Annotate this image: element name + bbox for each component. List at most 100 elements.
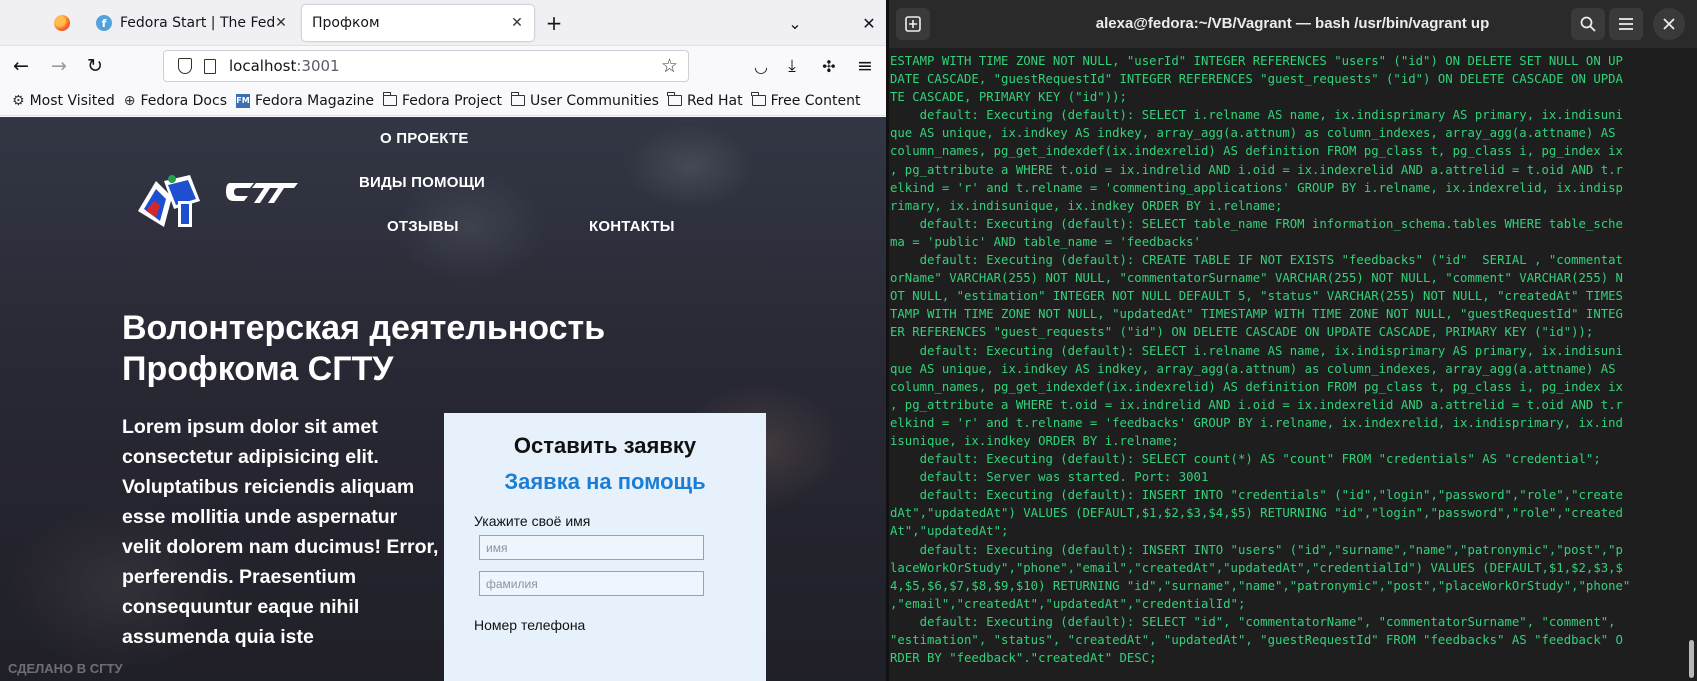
terminal-output[interactable]: ESTAMP WITH TIME ZONE NOT NULL, "userId"… <box>890 52 1680 681</box>
pocket-icon[interactable]: ◡ <box>746 51 776 81</box>
folder-icon <box>751 92 766 106</box>
page-icon[interactable] <box>204 58 216 74</box>
new-tab-icon[interactable] <box>896 8 930 40</box>
firefox-icon <box>54 15 70 31</box>
terminal-scrollbar[interactable] <box>1689 640 1694 678</box>
name-input[interactable] <box>479 535 704 560</box>
folder-icon <box>382 92 397 106</box>
extensions-icon[interactable]: ✣ <box>814 51 844 81</box>
bookmark-label: Most Visited <box>29 92 115 109</box>
terminal-line: "estimation", "status", "createdAt", "up… <box>890 633 1623 647</box>
terminal-line: TE CASCADE, PRIMARY KEY ("id")); <box>890 90 1127 105</box>
terminal-line: dAt","updatedAt") VALUES (DEFAULT,$1,$2,… <box>890 506 1623 521</box>
terminal-line: 4,$5,$6,$7,$8,$9,$10) RETURNING "id","su… <box>890 578 1631 593</box>
forward-button[interactable]: → <box>44 51 74 81</box>
window-divider[interactable] <box>886 0 889 681</box>
terminal-line: default: Executing (default): SELECT "id… <box>890 614 1616 629</box>
hero-text: Lorem ipsum dolor sit amet consectetur a… <box>122 416 439 648</box>
tab-profkom[interactable]: Профком ✕ <box>302 5 534 41</box>
terminal-line: default: Executing (default): SELECT tab… <box>890 216 1623 231</box>
tab-fedora-start[interactable]: f Fedora Start | The Fedora ✕ <box>86 5 298 41</box>
close-tab-icon[interactable]: ✕ <box>274 15 288 31</box>
terminal-line: que AS unique, ix.indkey AS indkey, arra… <box>890 126 1616 141</box>
nav-bar: ← → ↻ localhost:3001 ☆ ◡ ⤓ ✣ ≡ <box>0 47 888 85</box>
volunteer-logo[interactable] <box>134 171 204 235</box>
terminal-line: orName" VARCHAR(255) NOT NULL, "commenta… <box>890 271 1623 286</box>
terminal-line: default: Executing (default): CREATE TAB… <box>890 253 1623 268</box>
menu-icon[interactable] <box>1609 8 1643 40</box>
tab-firefox[interactable] <box>42 5 82 41</box>
menu-about[interactable]: О ПРОЕКТЕ <box>380 130 469 147</box>
surname-input[interactable] <box>479 571 704 596</box>
bookmark-label: Free Content <box>770 92 861 109</box>
menu-reviews[interactable]: ОТЗЫВЫ <box>387 218 459 235</box>
bookmark-fedora-magazine[interactable]: FM Fedora Magazine <box>236 93 374 109</box>
terminal-header: alexa@fedora:~/VB/Vagrant — bash /usr/bi… <box>888 0 1697 48</box>
hamburger-menu-icon[interactable]: ≡ <box>850 51 880 81</box>
tab-bar: f Fedora Start | The Fedora ✕ Профком ✕ … <box>0 0 888 46</box>
url-port: :3001 <box>296 57 340 75</box>
fedora-icon: f <box>96 15 112 31</box>
terminal-line: elkind = 'r' and t.relname = 'feedbacks'… <box>890 415 1623 430</box>
close-window-button[interactable]: ✕ <box>854 8 884 38</box>
gear-icon: ⚙ <box>12 92 25 109</box>
reload-button[interactable]: ↻ <box>80 51 110 81</box>
bookmark-fedora-project[interactable]: Fedora Project <box>382 92 503 109</box>
terminal-line: , pg_attribute a WHERE t.oid = ix.indrel… <box>890 162 1623 177</box>
terminal-line: laceWorkOrStudy","phone","email","create… <box>890 560 1623 575</box>
terminal-line: ,"email","createdAt","updatedAt","creden… <box>890 596 1246 611</box>
terminal-line: RDER BY "feedback"."createdAt" DESC; <box>890 651 1157 666</box>
folder-icon <box>510 92 526 106</box>
fedora-magazine-icon: FM <box>236 93 250 108</box>
folder-icon <box>667 92 682 106</box>
bookmarks-bar: ⚙ Most Visited ⊕ Fedora Docs FM Fedora Maga… <box>0 86 888 116</box>
bookmark-star-icon[interactable]: ☆ <box>661 55 678 77</box>
terminal-line: ESTAMP WITH TIME ZONE NOT NULL, "userId"… <box>890 54 1623 68</box>
back-button[interactable]: ← <box>6 51 36 81</box>
bookmark-user-communities[interactable]: User Communities <box>510 92 659 109</box>
terminal-line: default: Executing (default): SELECT cou… <box>890 452 1601 467</box>
firefox-window: f Fedora Start | The Fedora ✕ Профком ✕ … <box>0 0 888 681</box>
terminal-line: que AS unique, ix.indkey AS indkey, arra… <box>890 361 1616 376</box>
bookmark-label: Fedora Docs <box>140 92 227 109</box>
terminal-line: elkind = 'r' and t.relname = 'commenting… <box>890 180 1623 195</box>
bookmark-label: Fedora Project <box>402 92 503 109</box>
downloads-icon[interactable]: ⤓ <box>777 51 807 81</box>
form-title: Оставить заявку <box>513 433 697 458</box>
globe-icon: ⊕ <box>123 92 136 109</box>
sstu-logo[interactable] <box>226 177 300 207</box>
terminal-line: rimary, ix.indisunique, ix.indkey ORDER … <box>890 198 1283 213</box>
menu-contacts[interactable]: КОНТАКТЫ <box>589 218 675 235</box>
terminal-line: DATE CASCADE, "guestRequestId" INTEGER R… <box>890 72 1623 87</box>
bookmark-fedora-docs[interactable]: ⊕ Fedora Docs <box>124 93 227 109</box>
name-label: Укажите своё имя <box>474 513 591 529</box>
terminal-line: column_names, pg_get_indexdef(ix.indexre… <box>890 144 1623 159</box>
bookmark-red-hat[interactable]: Red Hat <box>667 92 743 109</box>
terminal-line: column_names, pg_get_indexdef(ix.indexre… <box>890 379 1623 394</box>
phone-label: Номер телефона <box>474 617 586 633</box>
list-tabs-button[interactable]: ⌄ <box>780 8 810 38</box>
url-text: localhost:3001 <box>229 57 340 75</box>
form-subtitle: Заявка на помощь <box>504 469 706 494</box>
bookmark-label: Fedora Magazine <box>255 92 374 109</box>
bookmark-free-content[interactable]: Free Content <box>751 92 861 109</box>
watermark-text: СДЕЛАНО В СГТУ <box>8 661 123 676</box>
terminal-line: default: Executing (default): INSERT INT… <box>890 488 1623 503</box>
terminal-line: ma = 'public' AND table_name = 'feedback… <box>890 234 1201 249</box>
terminal-line: TAMP WITH TIME ZONE NOT NULL, "updatedAt… <box>890 307 1623 322</box>
tab-title: Профком <box>312 15 380 31</box>
bookmark-most-visited[interactable]: ⚙ Most Visited <box>12 93 115 109</box>
terminal-line: default: Executing (default): SELECT i.r… <box>890 343 1623 358</box>
terminal-line: default: Executing (default): INSERT INT… <box>890 542 1623 557</box>
shield-icon[interactable] <box>178 58 192 74</box>
menu-help-types[interactable]: ВИДЫ ПОМОЩИ <box>359 174 485 191</box>
terminal-line: default: Executing (default): SELECT i.r… <box>890 108 1623 123</box>
new-tab-button[interactable]: + <box>539 8 569 38</box>
search-icon[interactable] <box>1571 8 1605 40</box>
close-tab-icon[interactable]: ✕ <box>510 15 524 31</box>
terminal-line: default: Server was started. Port: 3001 <box>890 470 1209 485</box>
web-page: О ПРОЕКТЕ ВИДЫ ПОМОЩИ ОТЗЫВЫ КОНТАКТЫ Во… <box>0 117 888 681</box>
close-icon[interactable] <box>1653 8 1685 40</box>
url-bar[interactable]: localhost:3001 ☆ <box>163 50 689 82</box>
terminal-line: ER REFERENCES "guest_requests" ("id") ON… <box>890 325 1594 340</box>
